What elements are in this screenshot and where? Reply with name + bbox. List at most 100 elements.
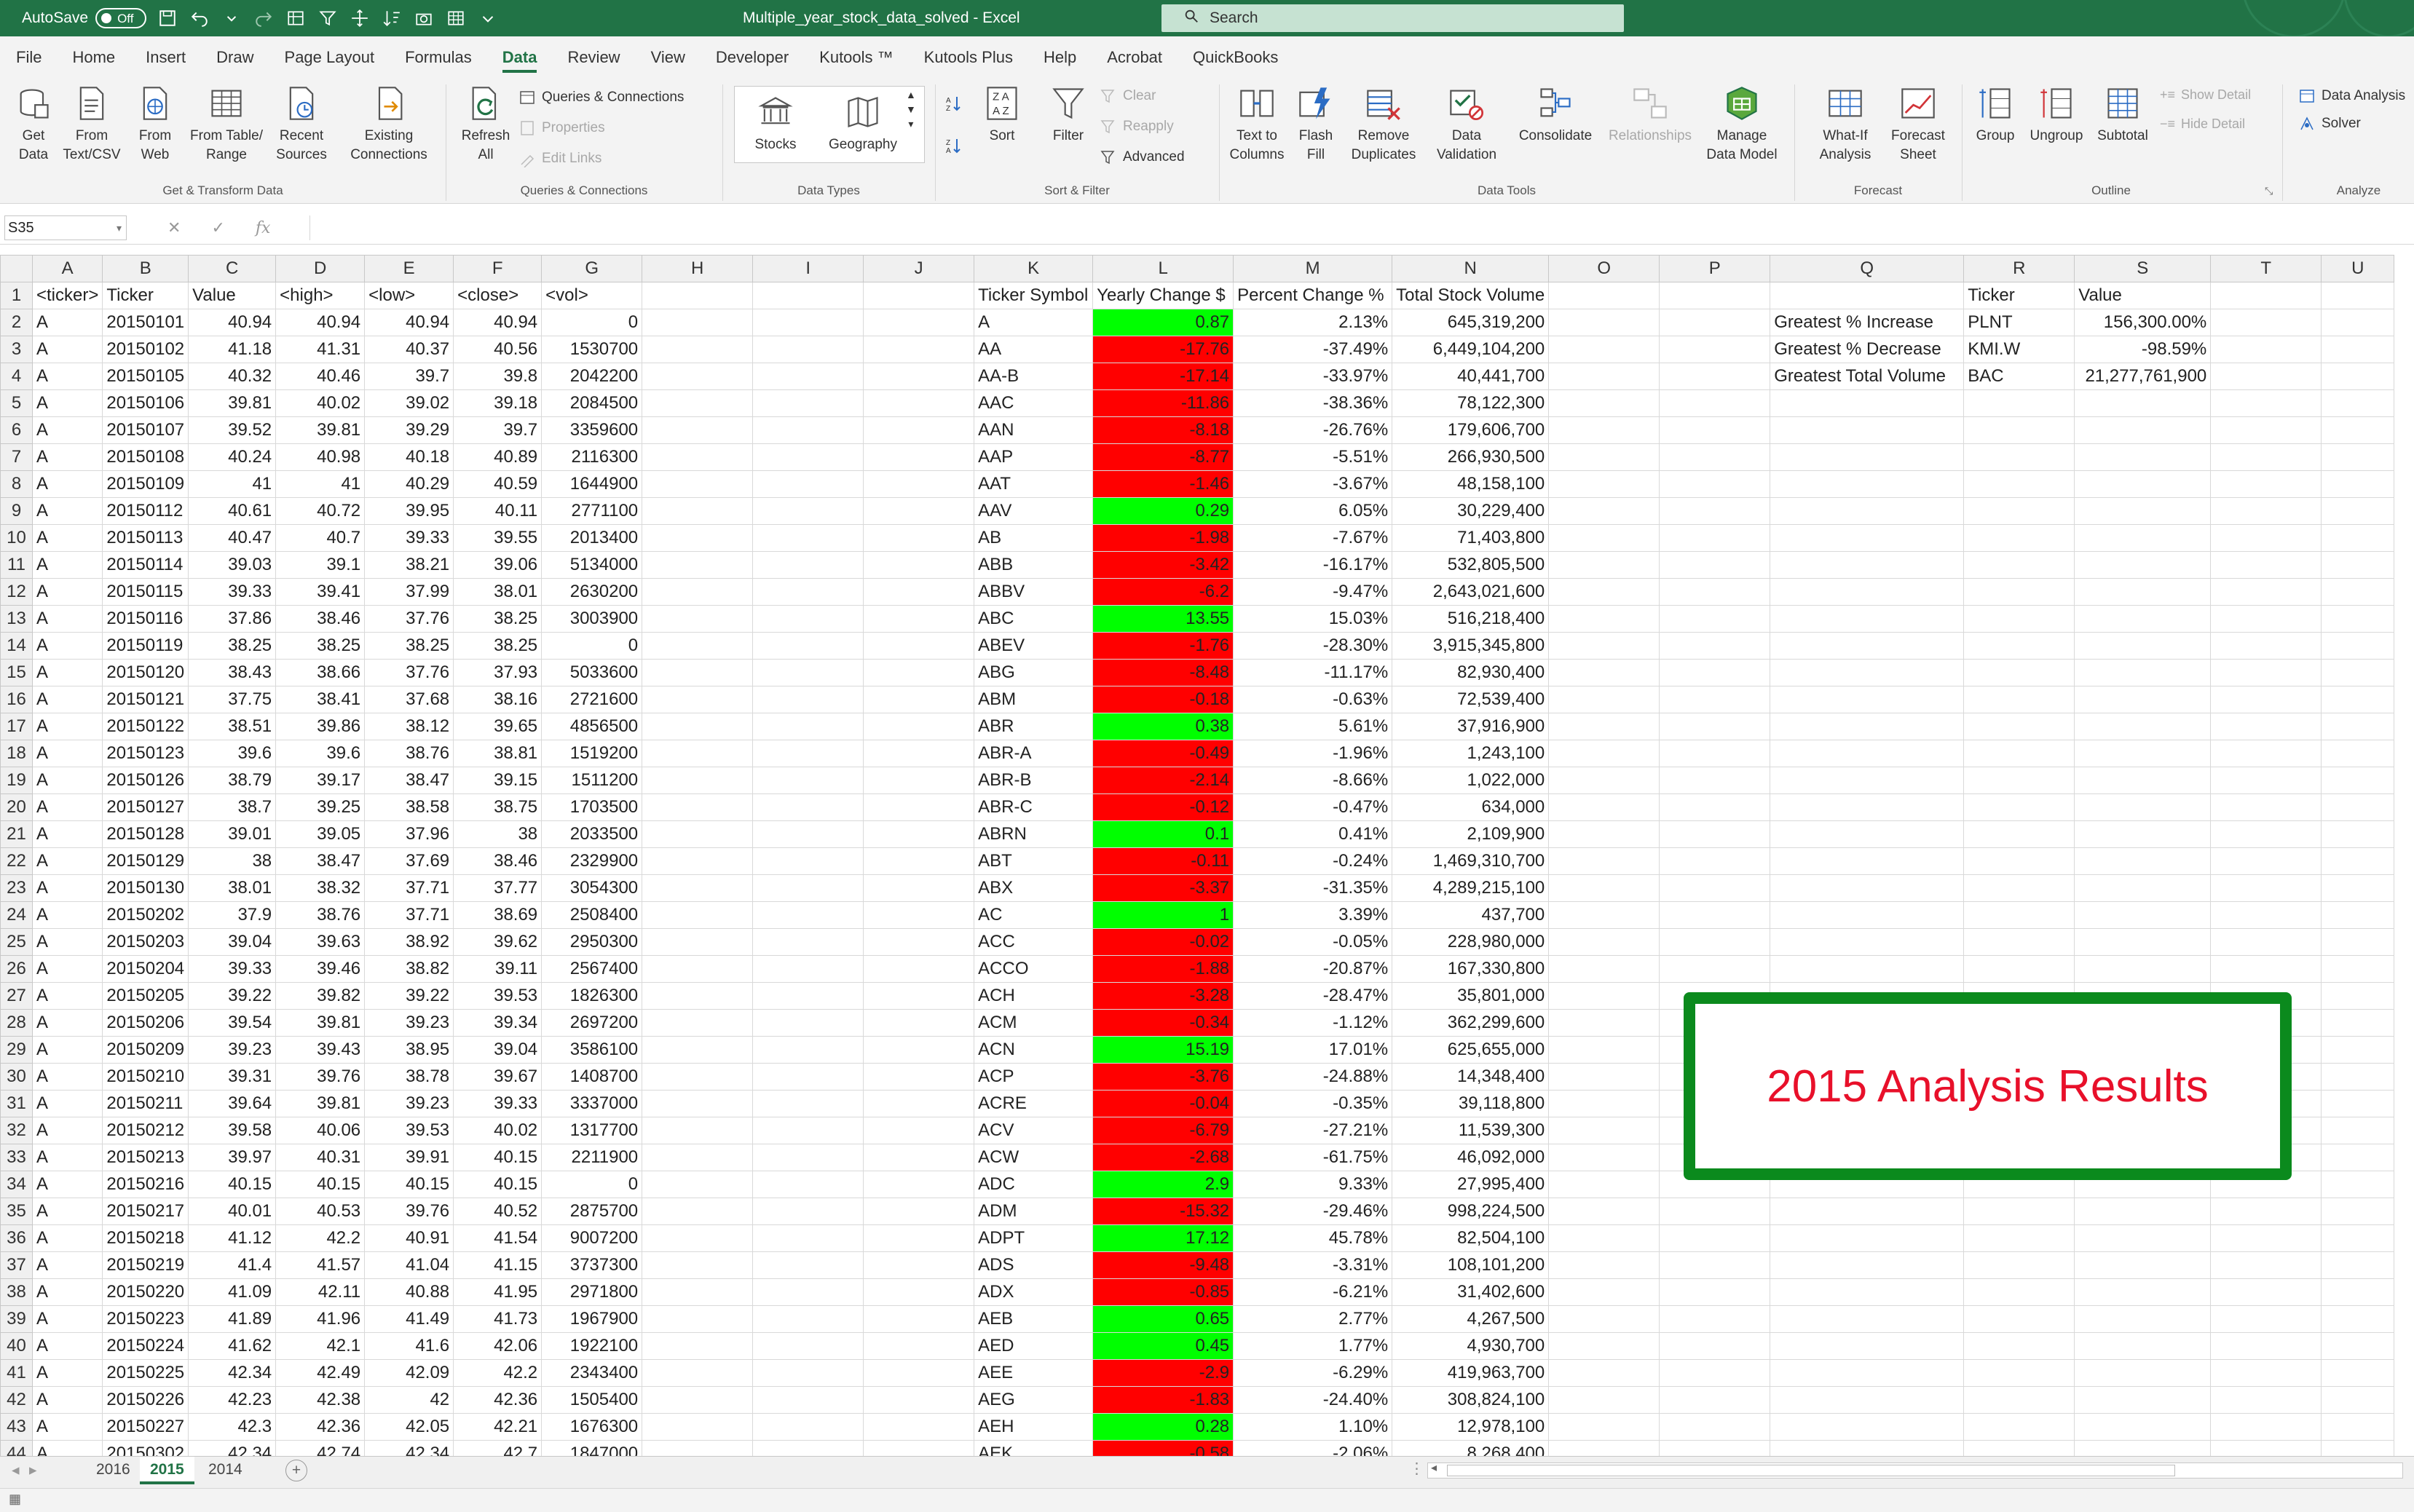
cell[interactable]	[2210, 874, 2322, 902]
cell[interactable]	[1659, 443, 1771, 471]
cell[interactable]: 2.9	[1092, 1171, 1234, 1198]
cell[interactable]	[642, 767, 754, 794]
cell[interactable]	[642, 713, 754, 740]
cell[interactable]	[752, 470, 864, 498]
cell[interactable]	[1963, 659, 2075, 686]
cell[interactable]	[642, 282, 754, 309]
cell[interactable]: 41.95	[453, 1278, 543, 1306]
cell[interactable]: ACN	[974, 1036, 1094, 1064]
geography-button[interactable]: Geography	[823, 92, 903, 154]
row-header[interactable]: 33	[0, 1144, 33, 1171]
cell[interactable]: -24.40%	[1233, 1386, 1393, 1414]
spreadsheet-table[interactable]: ABCDEFGHIJKLMNOPQRSTU 1 <ticker> Ticker Val…	[0, 255, 2395, 1456]
cell[interactable]: 40.94	[364, 309, 454, 336]
column-header[interactable]: D	[275, 255, 366, 282]
cell[interactable]: -24.88%	[1233, 1063, 1393, 1091]
cell[interactable]	[863, 1224, 975, 1252]
cell[interactable]	[2210, 470, 2322, 498]
select-all-corner[interactable]	[0, 255, 33, 282]
row-header[interactable]: 28	[0, 1009, 33, 1037]
cell[interactable]: AAN	[974, 416, 1094, 444]
cell[interactable]	[1548, 901, 1660, 929]
cell[interactable]	[2321, 389, 2395, 417]
cell[interactable]	[2074, 955, 2212, 983]
cell[interactable]	[863, 282, 975, 309]
cell[interactable]: A	[31, 1359, 103, 1387]
cell[interactable]	[1770, 497, 1965, 525]
cell[interactable]	[863, 901, 975, 929]
row-header[interactable]: 7	[0, 443, 33, 471]
cell[interactable]: 46,092,000	[1392, 1144, 1550, 1171]
cell[interactable]: Greatest Total Volume	[1770, 363, 1965, 390]
cell[interactable]: 20150121	[102, 686, 189, 713]
row-header[interactable]: 27	[0, 982, 33, 1010]
cell[interactable]: 39.34	[453, 1009, 543, 1037]
cell[interactable]	[2210, 740, 2322, 767]
cell[interactable]: 42.36	[453, 1386, 543, 1414]
cell[interactable]: 38.58	[364, 793, 454, 821]
cell[interactable]: 3737300	[541, 1251, 643, 1279]
cell[interactable]	[2074, 1359, 2212, 1387]
cell[interactable]: 40.46	[275, 363, 366, 390]
cell[interactable]: 20150220	[102, 1278, 189, 1306]
cell[interactable]	[1770, 713, 1965, 740]
cell[interactable]	[752, 1359, 864, 1387]
cell[interactable]: -1.98	[1092, 524, 1234, 552]
cell[interactable]: 41.89	[188, 1305, 277, 1333]
cell[interactable]: 3586100	[541, 1036, 643, 1064]
cell[interactable]	[863, 1009, 975, 1037]
cell[interactable]: 179,606,700	[1392, 416, 1550, 444]
cell[interactable]: 38.25	[364, 632, 454, 660]
cell[interactable]	[1548, 416, 1660, 444]
cell[interactable]	[1548, 1144, 1660, 1171]
cell[interactable]: 0.45	[1092, 1332, 1234, 1360]
cell[interactable]: 2.77%	[1233, 1305, 1393, 1333]
cell[interactable]	[2074, 551, 2212, 579]
cell[interactable]	[1548, 309, 1660, 336]
cell[interactable]: 37.9	[188, 901, 277, 929]
cell[interactable]	[1659, 282, 1771, 309]
row-header[interactable]: 24	[0, 901, 33, 929]
cell[interactable]	[1659, 389, 1771, 417]
cell[interactable]: 42	[364, 1386, 454, 1414]
name-box-dropdown-icon[interactable]: ▾	[117, 216, 122, 240]
cell[interactable]	[752, 1009, 864, 1037]
tab-acrobat[interactable]: Acrobat	[1107, 48, 1162, 67]
cell[interactable]	[642, 820, 754, 848]
cell[interactable]: 266,930,500	[1392, 443, 1550, 471]
column-header[interactable]: U	[2321, 255, 2395, 282]
cell[interactable]	[1548, 686, 1660, 713]
clear-filter-button[interactable]: Clear	[1100, 87, 1156, 105]
cell[interactable]	[642, 524, 754, 552]
cell[interactable]	[1659, 659, 1771, 686]
cell[interactable]	[752, 874, 864, 902]
cell[interactable]: 20150127	[102, 793, 189, 821]
cell[interactable]: 40.94	[453, 309, 543, 336]
cell[interactable]	[1963, 524, 2075, 552]
cell[interactable]: -61.75%	[1233, 1144, 1393, 1171]
cell[interactable]: 20150224	[102, 1332, 189, 1360]
cell[interactable]: 1,469,310,700	[1392, 847, 1550, 875]
cell[interactable]	[863, 416, 975, 444]
cell[interactable]	[752, 1063, 864, 1091]
cell[interactable]: 39.23	[364, 1090, 454, 1117]
cell[interactable]	[752, 632, 864, 660]
cell[interactable]: 0.28	[1092, 1413, 1234, 1441]
cell[interactable]	[752, 1036, 864, 1064]
cell[interactable]	[2321, 1413, 2395, 1441]
cell[interactable]: 0.1	[1092, 820, 1234, 848]
cell[interactable]: 39.64	[188, 1090, 277, 1117]
cell[interactable]	[2074, 1224, 2212, 1252]
cell[interactable]	[1770, 1386, 1965, 1414]
cell[interactable]	[642, 928, 754, 956]
cell[interactable]: A	[31, 497, 103, 525]
cell[interactable]: A	[31, 1144, 103, 1171]
cell[interactable]: 42.3	[188, 1413, 277, 1441]
cell[interactable]	[1659, 309, 1771, 336]
cell[interactable]: 31,402,600	[1392, 1278, 1550, 1306]
cell[interactable]	[642, 1144, 754, 1171]
cell[interactable]	[863, 1440, 975, 1456]
cell[interactable]: 1826300	[541, 982, 643, 1010]
cell[interactable]: 20150120	[102, 659, 189, 686]
row-header[interactable]: 43	[0, 1413, 33, 1441]
